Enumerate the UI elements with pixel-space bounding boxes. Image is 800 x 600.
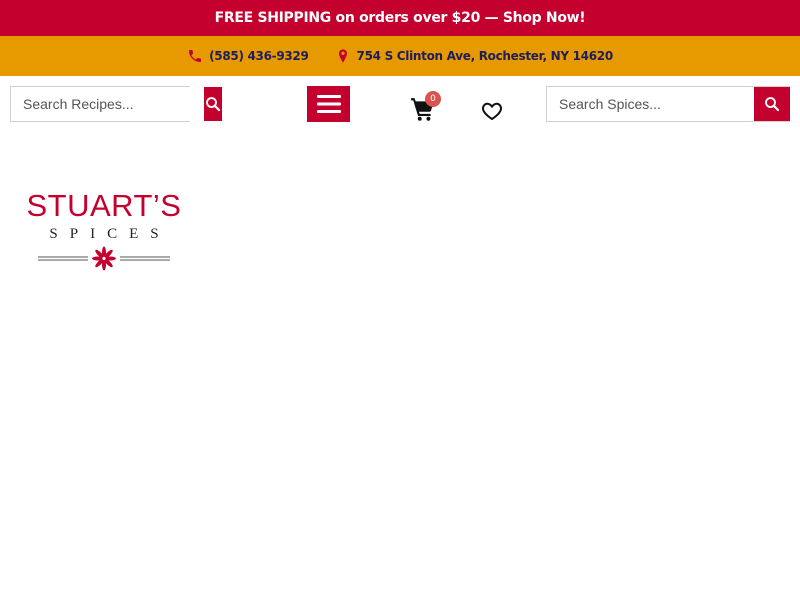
phone-number[interactable]: (585) 436-9329 (209, 49, 309, 63)
menu-button[interactable] (307, 86, 350, 122)
cart-count-badge: 0 (425, 91, 441, 107)
wishlist-button[interactable] (480, 99, 504, 123)
contact-bar: (585) 436-9329 754 S Clinton Ave, Roches… (0, 36, 800, 76)
promo-text[interactable]: FREE SHIPPING on orders over $20 — Shop … (215, 10, 586, 26)
spice-search-input[interactable] (547, 87, 754, 121)
search-icon (206, 97, 221, 112)
phone-icon (187, 48, 203, 64)
promo-banner[interactable]: FREE SHIPPING on orders over $20 — Shop … (0, 0, 800, 36)
recipe-search-input[interactable] (11, 87, 204, 121)
contact-phone[interactable]: (585) 436-9329 (187, 48, 309, 64)
map-pin-icon (335, 48, 351, 64)
star-anise-ornament-icon (38, 246, 170, 271)
recipe-search (10, 86, 222, 122)
address-text[interactable]: 754 S Clinton Ave, Rochester, NY 14620 (357, 49, 614, 63)
spice-search (546, 86, 790, 122)
logo-subtitle: SPICES (49, 226, 171, 242)
heart-icon (482, 102, 502, 121)
hamburger-icon (316, 95, 341, 113)
spice-search-button[interactable] (754, 87, 790, 121)
site-logo[interactable]: STUART’S SPICES (18, 190, 190, 274)
recipe-search-button[interactable] (204, 87, 222, 121)
contact-address[interactable]: 754 S Clinton Ave, Rochester, NY 14620 (335, 48, 613, 64)
logo-title: STUART’S (26, 188, 182, 223)
search-icon (765, 97, 780, 112)
cart-button[interactable]: 0 (410, 91, 444, 122)
